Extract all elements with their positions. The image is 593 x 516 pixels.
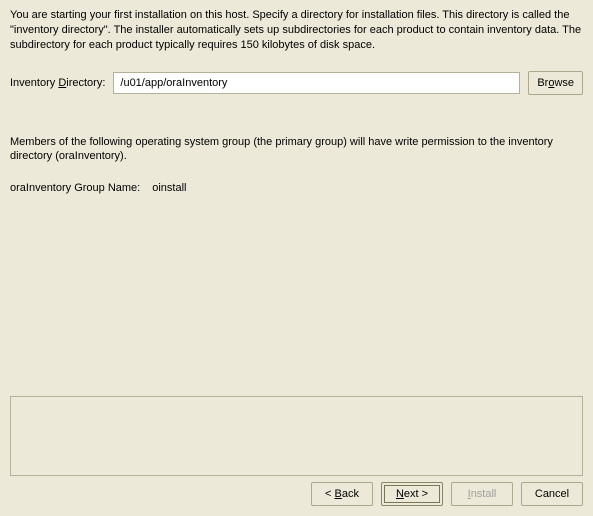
install-button: Install — [451, 482, 513, 506]
back-button[interactable]: < Back — [311, 482, 373, 506]
button-bar: < Back Next > Install Cancel — [311, 482, 583, 506]
log-area — [10, 396, 583, 476]
browse-button[interactable]: Browse — [528, 71, 583, 95]
members-text: Members of the following operating syste… — [10, 135, 583, 165]
inventory-directory-input[interactable] — [113, 72, 520, 94]
ora-inventory-group-label: oraInventory Group Name: — [10, 182, 140, 194]
inventory-directory-label: Inventory Directory: — [10, 77, 105, 89]
ora-inventory-group-value: oinstall — [152, 182, 186, 194]
next-button[interactable]: Next > — [381, 482, 443, 506]
inventory-directory-row: Inventory Directory: Browse — [10, 71, 583, 95]
cancel-button[interactable]: Cancel — [521, 482, 583, 506]
intro-text: You are starting your first installation… — [10, 8, 583, 53]
ora-inventory-group-row: oraInventory Group Name: oinstall — [10, 182, 583, 194]
